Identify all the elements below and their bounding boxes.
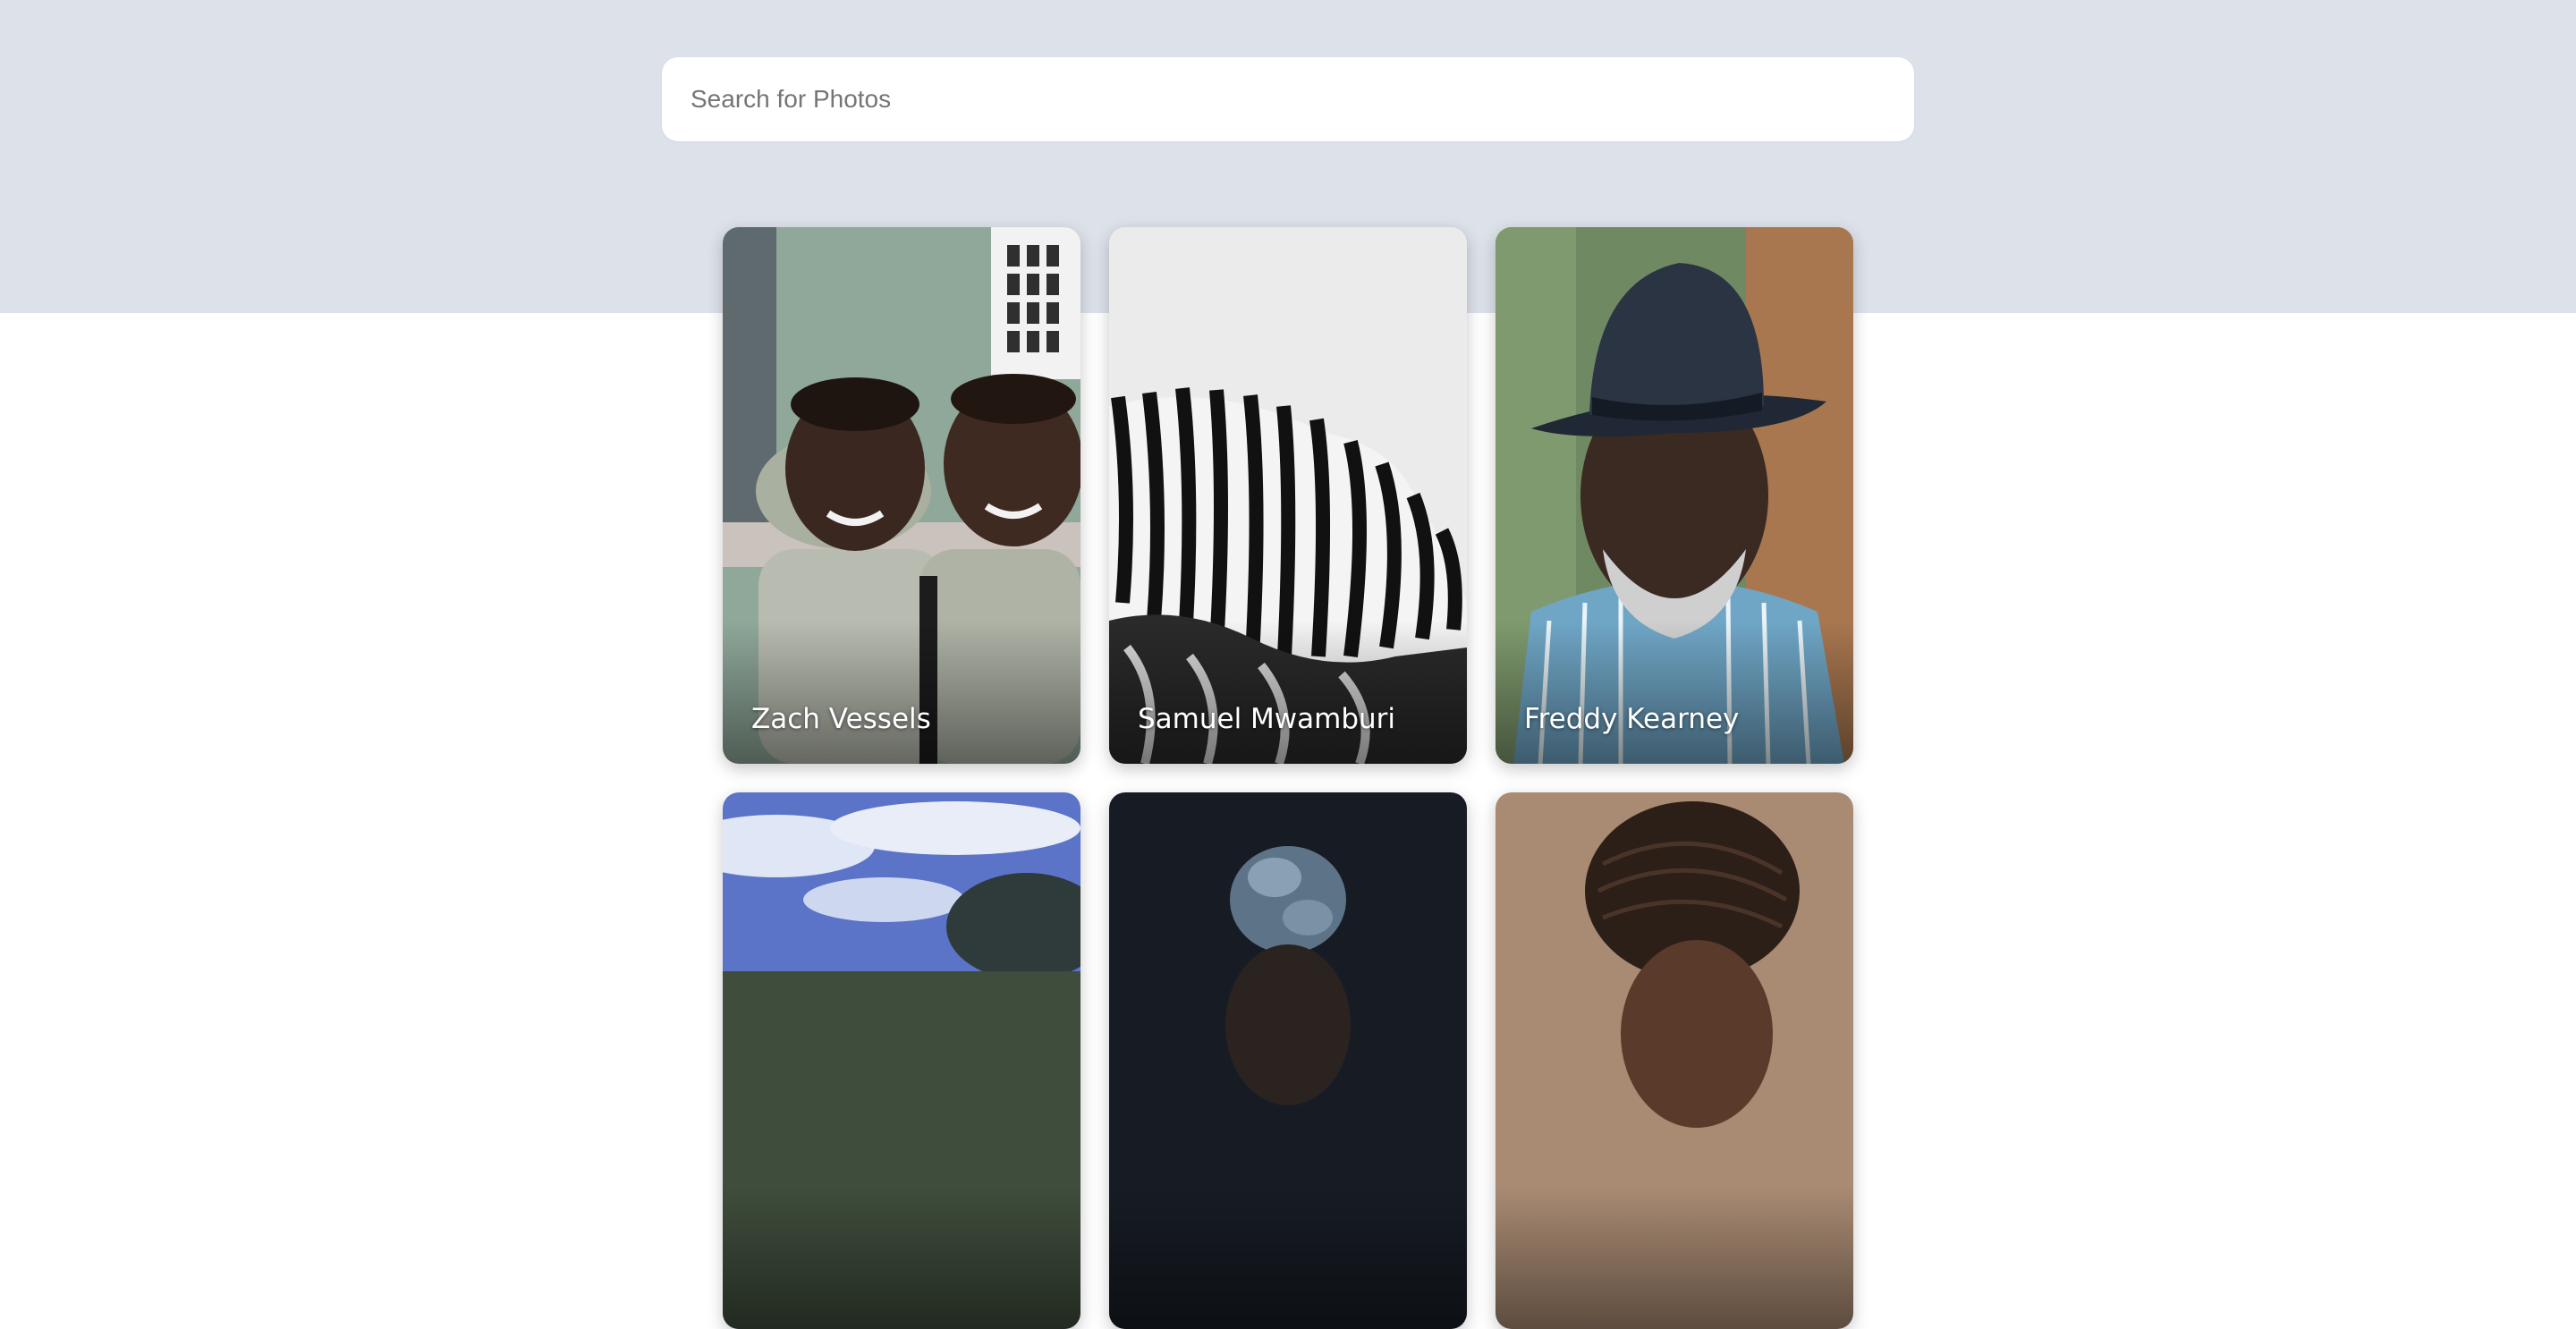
search-bar[interactable] xyxy=(662,57,1914,141)
caption-shade xyxy=(1496,1186,1853,1329)
photo-grid: Zach Vessels Samuel Mwamburi Freddy Kear… xyxy=(723,227,1853,1329)
photo-card[interactable] xyxy=(1496,792,1853,1329)
photographer-name: Freddy Kearney xyxy=(1524,703,1740,735)
caption-shade xyxy=(1496,621,1853,764)
photo-card[interactable]: Zach Vessels xyxy=(723,227,1080,764)
search-input[interactable] xyxy=(662,57,1914,141)
photo-card[interactable] xyxy=(723,792,1080,1329)
photographer-name: Zach Vessels xyxy=(751,703,931,735)
photo-card[interactable]: Freddy Kearney xyxy=(1496,227,1853,764)
caption-shade xyxy=(723,621,1080,764)
caption-shade xyxy=(1109,621,1467,764)
caption-shade xyxy=(1109,1186,1467,1329)
photo-card[interactable] xyxy=(1109,792,1467,1329)
photo-card[interactable]: Samuel Mwamburi xyxy=(1109,227,1467,764)
photographer-name: Samuel Mwamburi xyxy=(1138,703,1396,735)
caption-shade xyxy=(723,1186,1080,1329)
